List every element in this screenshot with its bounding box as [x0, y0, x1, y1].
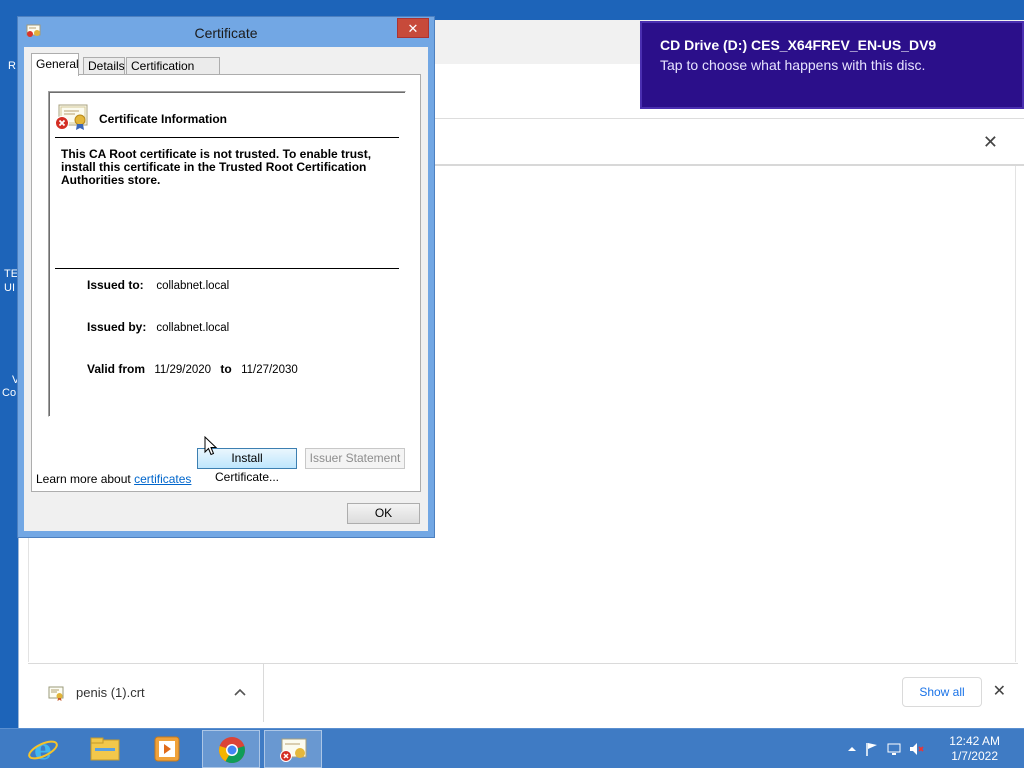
- certificate-icon: [280, 738, 307, 762]
- download-filename: penis (1).crt: [76, 685, 145, 700]
- divider: [55, 137, 399, 138]
- valid-from-label: Valid from: [87, 362, 146, 376]
- download-item[interactable]: penis (1).crt: [28, 664, 264, 722]
- action-center-flag-icon[interactable]: [864, 741, 880, 757]
- desktop-label-fragment: R: [8, 60, 16, 72]
- dialog-title: Certificate: [194, 25, 258, 41]
- desktop-label-fragment: UI: [4, 282, 15, 294]
- general-tab-panel: Certificate Information This CA Root cer…: [31, 74, 421, 492]
- tab-certification-path[interactable]: Certification Path: [126, 57, 220, 90]
- ok-button[interactable]: OK: [347, 503, 420, 524]
- autoplay-notification[interactable]: CD Drive (D:) CES_X64FREV_EN-US_DV9 Tap …: [640, 21, 1024, 109]
- network-icon[interactable]: [886, 741, 902, 757]
- issued-by-label: Issued by:: [87, 320, 147, 334]
- learn-more-text: Learn more about certificates: [36, 472, 191, 486]
- mouse-cursor-icon: [204, 436, 218, 456]
- taskbar-file-explorer[interactable]: [76, 730, 134, 768]
- learn-more-prefix: Learn more about: [36, 472, 131, 486]
- untrusted-certificate-icon: [55, 104, 88, 130]
- issued-by-value: collabnet.local: [156, 322, 230, 334]
- infobar-close-icon[interactable]: ✕: [983, 132, 998, 153]
- chrome-icon: [219, 737, 245, 764]
- notification-title: CD Drive (D:) CES_X64FREV_EN-US_DV9: [660, 37, 937, 53]
- desktop-label-fragment: Co: [2, 387, 17, 399]
- trust-warning-message: This CA Root certificate is not trusted.…: [61, 147, 372, 187]
- certificate-dialog: Certificate ✕ General Details Certificat…: [17, 16, 435, 538]
- notification-subtitle: Tap to choose what happens with this dis…: [660, 57, 926, 73]
- folder-icon: [90, 737, 120, 761]
- taskbar: e 12:42 AM 1/7/2022: [0, 728, 1024, 768]
- issued-to-label: Issued to:: [87, 278, 144, 292]
- issued-to-value: collabnet.local: [156, 280, 230, 292]
- issuer-statement-button[interactable]: Issuer Statement: [305, 448, 405, 469]
- issued-by-row: Issued by: collabnet.local: [87, 320, 229, 334]
- validity-row: Valid from 11/29/2020 to 11/27/2030: [87, 362, 298, 376]
- show-all-button[interactable]: Show all: [902, 677, 982, 707]
- dialog-title-bar[interactable]: Certificate ✕: [18, 17, 434, 47]
- media-player-icon: [154, 736, 180, 762]
- certificate-file-icon: [48, 686, 64, 701]
- close-button[interactable]: ✕: [397, 18, 429, 38]
- tab-general[interactable]: General: [31, 53, 79, 76]
- system-tray: 12:42 AM 1/7/2022: [834, 729, 1024, 768]
- valid-to-label: to: [220, 362, 232, 376]
- certificate-information-box: Certificate Information This CA Root cer…: [48, 91, 406, 417]
- desktop-label-fragment: TE: [4, 268, 19, 280]
- valid-from-value: 11/29/2020: [154, 364, 212, 376]
- valid-to-value: 11/27/2030: [241, 364, 298, 376]
- taskbar-chrome[interactable]: [202, 730, 260, 768]
- issued-to-row: Issued to: collabnet.local: [87, 278, 229, 292]
- download-shelf: penis (1).crt Show all ✕: [28, 663, 1018, 722]
- show-hidden-icons-icon[interactable]: [844, 741, 860, 757]
- divider: [55, 268, 399, 269]
- volume-muted-icon[interactable]: [908, 741, 924, 757]
- taskbar-certificate[interactable]: [264, 730, 322, 768]
- dialog-body: General Details Certification Path Certi…: [24, 47, 428, 531]
- close-icon[interactable]: ✕: [993, 681, 1006, 701]
- clock-time: 12:42 AM: [949, 734, 1000, 748]
- tab-details[interactable]: Details: [83, 57, 125, 75]
- taskbar-media-player[interactable]: [138, 730, 196, 768]
- taskbar-clock[interactable]: 12:42 AM 1/7/2022: [949, 734, 1000, 764]
- certificate-information-heading: Certificate Information: [99, 112, 228, 126]
- chevron-up-icon[interactable]: [234, 684, 246, 699]
- internet-explorer-icon: e: [28, 734, 58, 764]
- certificates-link[interactable]: certificates: [134, 472, 191, 486]
- clock-date: 1/7/2022: [951, 749, 998, 763]
- svg-text:e: e: [34, 734, 52, 764]
- taskbar-internet-explorer[interactable]: e: [14, 730, 72, 768]
